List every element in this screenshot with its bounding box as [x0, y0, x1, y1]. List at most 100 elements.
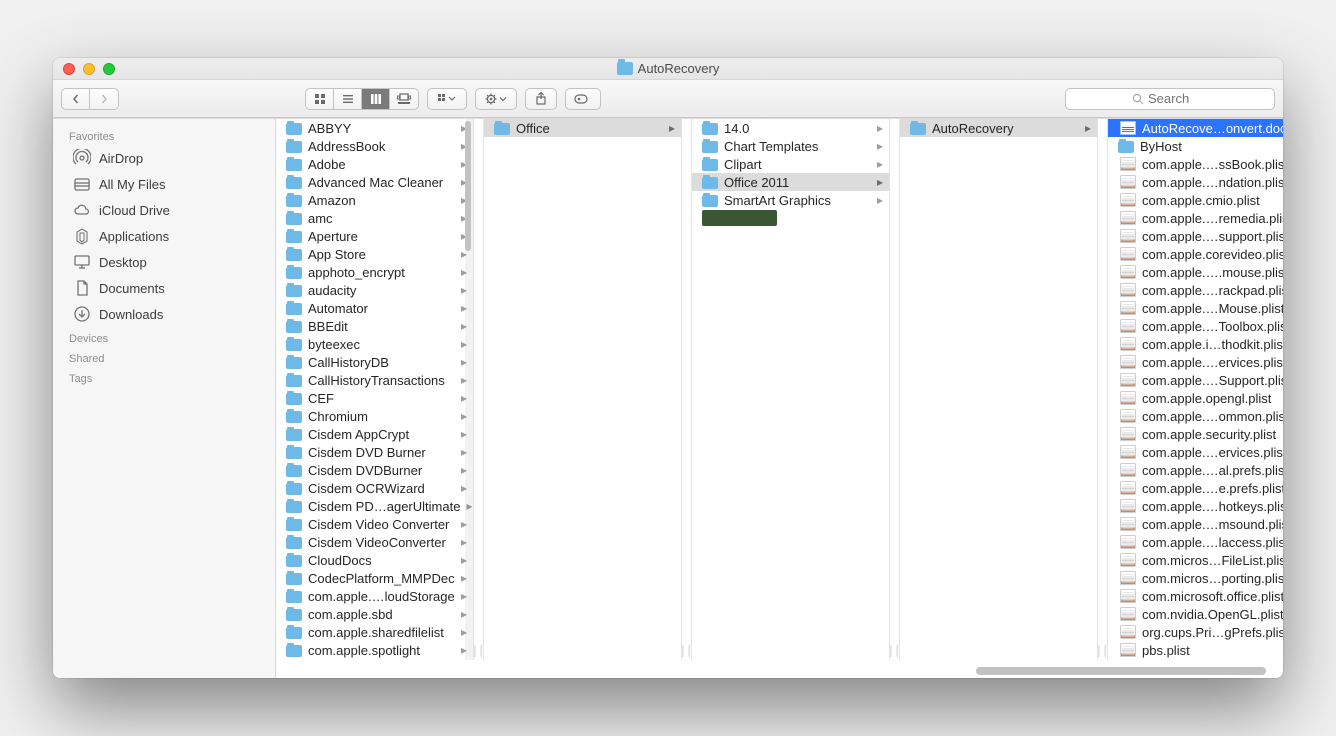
list-item[interactable]: 14.0: [692, 119, 889, 137]
list-item[interactable]: Cisdem PD…agerUltimate: [276, 497, 473, 515]
sidebar-item-all-my-files[interactable]: All My Files: [53, 171, 275, 197]
list-item[interactable]: com.microsoft.office.plist: [1108, 587, 1283, 605]
close-button[interactable]: [63, 63, 75, 75]
list-item[interactable]: CloudDocs: [276, 551, 473, 569]
list-item[interactable]: com.apple.…msound.plist: [1108, 515, 1283, 533]
list-item[interactable]: com.apple.…remedia.plist: [1108, 209, 1283, 227]
list-item[interactable]: com.apple.…ndation.plist: [1108, 173, 1283, 191]
share-button[interactable]: [525, 88, 557, 110]
list-item[interactable]: com.apple.…rackpad.plist: [1108, 281, 1283, 299]
sidebar-item-airdrop[interactable]: AirDrop: [53, 145, 275, 171]
list-item[interactable]: CodecPlatform_MMPDec: [276, 569, 473, 587]
list-item[interactable]: com.apple.…al.prefs.plist: [1108, 461, 1283, 479]
list-item[interactable]: Amazon: [276, 191, 473, 209]
list-item[interactable]: Chart Templates: [692, 137, 889, 155]
list-item[interactable]: CEF: [276, 389, 473, 407]
column-resize-handle[interactable]: ││: [890, 119, 900, 660]
search-input[interactable]: [1148, 91, 1208, 106]
column-view-button[interactable]: [362, 89, 390, 109]
list-item[interactable]: ByHost: [1108, 137, 1283, 155]
list-item[interactable]: com.nvidia.OpenGL.plist: [1108, 605, 1283, 623]
list-item[interactable]: com.apple.…Support.plist: [1108, 371, 1283, 389]
list-item[interactable]: pbs.plist: [1108, 641, 1283, 659]
list-item[interactable]: Cisdem VideoConverter: [276, 533, 473, 551]
list-item[interactable]: com.apple.…loudStorage: [276, 587, 473, 605]
list-item[interactable]: Chromium: [276, 407, 473, 425]
list-item[interactable]: com.apple.security.plist: [1108, 425, 1283, 443]
list-item[interactable]: AddressBook: [276, 137, 473, 155]
list-item[interactable]: Cisdem DVD Burner: [276, 443, 473, 461]
vertical-scrollbar[interactable]: [463, 119, 473, 660]
list-item[interactable]: com.apple.…laccess.plist: [1108, 533, 1283, 551]
list-item[interactable]: apphoto_encrypt: [276, 263, 473, 281]
list-item[interactable]: byteexec: [276, 335, 473, 353]
list-item[interactable]: Cisdem Video Converter: [276, 515, 473, 533]
forward-button[interactable]: [90, 89, 118, 109]
list-item[interactable]: Office: [484, 119, 681, 137]
list-item[interactable]: Cisdem DVDBurner: [276, 461, 473, 479]
action-button[interactable]: [475, 88, 517, 110]
column-col-office-parent[interactable]: Office: [484, 119, 682, 660]
list-item[interactable]: com.apple.spotlight: [276, 641, 473, 659]
list-item[interactable]: com.apple.i…thodkit.plist: [1108, 335, 1283, 353]
list-item[interactable]: CallHistoryDB: [276, 353, 473, 371]
list-item[interactable]: Cisdem OCRWizard: [276, 479, 473, 497]
list-item[interactable]: Advanced Mac Cleaner: [276, 173, 473, 191]
list-item[interactable]: ABBYY: [276, 119, 473, 137]
list-item[interactable]: com.apple.corevideo.plist: [1108, 245, 1283, 263]
column-col-office2011[interactable]: AutoRecovery: [900, 119, 1098, 660]
vertical-scroll-thumb[interactable]: [465, 121, 471, 251]
sidebar-item-downloads[interactable]: Downloads: [53, 301, 275, 327]
list-item[interactable]: com.apple.…support.plist: [1108, 227, 1283, 245]
list-item[interactable]: com.apple.…e.prefs.plist: [1108, 479, 1283, 497]
list-item[interactable]: Aperture: [276, 227, 473, 245]
list-item[interactable]: AutoRecove…onvert.docx: [1108, 119, 1283, 137]
list-item[interactable]: Cisdem AppCrypt: [276, 425, 473, 443]
list-item[interactable]: com.apple.…Toolbox.plist: [1108, 317, 1283, 335]
list-item[interactable]: com.apple.TCC: [276, 659, 473, 660]
list-item[interactable]: App Store: [276, 245, 473, 263]
list-item[interactable]: com.apple.…ssBook.plist: [1108, 155, 1283, 173]
list-item-redacted[interactable]: [692, 209, 889, 227]
list-item[interactable]: com.apple.…hotkeys.plist: [1108, 497, 1283, 515]
minimize-button[interactable]: [83, 63, 95, 75]
list-item[interactable]: Clipart: [692, 155, 889, 173]
icon-view-button[interactable]: [306, 89, 334, 109]
zoom-button[interactable]: [103, 63, 115, 75]
column-resize-handle[interactable]: ││: [682, 119, 692, 660]
column-col-autorecovery[interactable]: AutoRecove…onvert.docxByHostcom.apple.…s…: [1108, 119, 1283, 660]
sidebar-item-documents[interactable]: Documents: [53, 275, 275, 301]
list-item[interactable]: AutoRecovery: [900, 119, 1097, 137]
list-item[interactable]: org.cups.Pri…gPrefs.plist: [1108, 623, 1283, 641]
back-button[interactable]: [62, 89, 90, 109]
list-item[interactable]: Adobe: [276, 155, 473, 173]
edit-tags-button[interactable]: [565, 88, 601, 110]
list-item[interactable]: BBEdit: [276, 317, 473, 335]
list-item[interactable]: CallHistoryTransactions: [276, 371, 473, 389]
horizontal-scrollbar[interactable]: [276, 664, 1283, 678]
list-item[interactable]: Office 2011: [692, 173, 889, 191]
search-field[interactable]: [1065, 88, 1275, 110]
list-item[interactable]: Automator: [276, 299, 473, 317]
list-item[interactable]: com.apple.opengl.plist: [1108, 389, 1283, 407]
arrange-button[interactable]: [427, 88, 467, 110]
list-view-button[interactable]: [334, 89, 362, 109]
horizontal-scroll-thumb[interactable]: [976, 667, 1266, 675]
column-resize-handle[interactable]: ││: [474, 119, 484, 660]
sidebar-item-applications[interactable]: Applications: [53, 223, 275, 249]
list-item[interactable]: com.apple.sharedfilelist: [276, 623, 473, 641]
column-resize-handle[interactable]: ││: [1098, 119, 1108, 660]
gallery-view-button[interactable]: [390, 89, 418, 109]
column-col-appsupport[interactable]: ABBYYAddressBookAdobeAdvanced Mac Cleane…: [276, 119, 474, 660]
list-item[interactable]: com.micros…FileList.plist: [1108, 551, 1283, 569]
list-item[interactable]: com.apple.…ommon.plist: [1108, 407, 1283, 425]
list-item[interactable]: com.apple.…Mouse.plist: [1108, 299, 1283, 317]
list-item[interactable]: com.apple.…ervices.plist: [1108, 353, 1283, 371]
sidebar-item-desktop[interactable]: Desktop: [53, 249, 275, 275]
list-item[interactable]: com.apple.….mouse.plist: [1108, 263, 1283, 281]
list-item[interactable]: com.apple.…ervices.plist: [1108, 443, 1283, 461]
list-item[interactable]: com.apple.sbd: [276, 605, 473, 623]
list-item[interactable]: audacity: [276, 281, 473, 299]
sidebar-item-icloud-drive[interactable]: iCloud Drive: [53, 197, 275, 223]
list-item[interactable]: com.micros…porting.plist: [1108, 569, 1283, 587]
